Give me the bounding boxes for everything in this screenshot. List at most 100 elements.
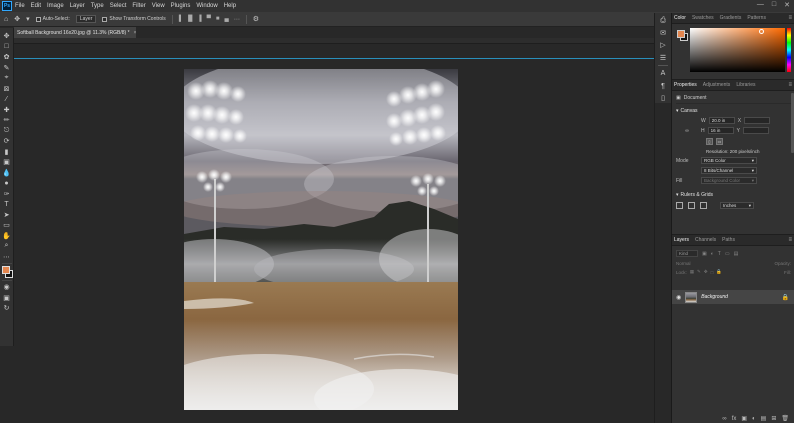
- more-tools-icon[interactable]: ⋯: [1, 252, 13, 263]
- bit-depth-dropdown[interactable]: 8 Bits/Channel ▾: [701, 167, 757, 174]
- lock-artboard-icon[interactable]: □: [711, 270, 714, 275]
- menu-layer[interactable]: Layer: [70, 3, 85, 9]
- type-filter-icon[interactable]: T: [718, 251, 721, 257]
- align-center-icon[interactable]: █: [188, 16, 192, 23]
- tab-patterns[interactable]: Patterns: [747, 15, 766, 21]
- adjust-sliders-icon[interactable]: ☰: [660, 53, 666, 62]
- history-brush-tool-icon[interactable]: ⟳: [1, 136, 13, 147]
- menu-view[interactable]: View: [152, 3, 165, 9]
- document-tab[interactable]: Softball Background 16x20.jpg @ 11.3% (R…: [14, 27, 136, 38]
- color-picker-handle[interactable]: [759, 29, 764, 34]
- rectangle-tool-icon[interactable]: ▭: [1, 220, 13, 231]
- landscape-icon[interactable]: ▭: [716, 138, 723, 145]
- paragraph-icon[interactable]: ¶: [661, 81, 665, 90]
- lock-pixels-icon[interactable]: ▦: [690, 269, 694, 275]
- hue-slider[interactable]: [787, 28, 791, 72]
- marquee-tool-icon[interactable]: □: [1, 42, 13, 53]
- history-icon[interactable]: ⎙: [660, 16, 666, 25]
- home-icon[interactable]: ⌂: [4, 16, 8, 23]
- menu-image[interactable]: Image: [47, 3, 64, 9]
- dodge-tool-icon[interactable]: ●: [1, 178, 13, 189]
- link-layers-icon[interactable]: ∞: [722, 416, 726, 422]
- guides-toggle-icon[interactable]: [700, 202, 707, 209]
- x-input[interactable]: [744, 117, 771, 124]
- layer-name[interactable]: Background: [701, 294, 728, 300]
- foreground-color-swatch[interactable]: [1, 266, 10, 274]
- menu-filter[interactable]: Filter: [132, 3, 145, 9]
- lasso-tool-icon[interactable]: ✿: [1, 52, 13, 63]
- eraser-tool-icon[interactable]: ▮: [1, 147, 13, 158]
- delete-layer-icon[interactable]: 🗑: [781, 415, 789, 422]
- hand-tool-icon[interactable]: ✋: [1, 231, 13, 242]
- lock-paint-icon[interactable]: ✎: [697, 269, 701, 275]
- pixel-filter-icon[interactable]: ▣: [702, 251, 707, 257]
- pen-tool-icon[interactable]: ✑: [1, 189, 13, 200]
- visibility-eye-icon[interactable]: ◉: [676, 294, 681, 301]
- share-icon[interactable]: ↻: [1, 303, 13, 314]
- eyedropper-tool-icon[interactable]: ⁄: [1, 94, 13, 105]
- adjustment-layer-icon[interactable]: ◐: [752, 416, 756, 422]
- grid-toggle-icon[interactable]: [688, 202, 695, 209]
- tab-gradients[interactable]: Gradients: [720, 15, 742, 21]
- layer-style-icon[interactable]: fx: [732, 416, 737, 422]
- panel-menu-icon[interactable]: ≡: [788, 82, 792, 88]
- type-tool-icon[interactable]: T: [1, 199, 13, 210]
- path-select-tool-icon[interactable]: ➤: [1, 210, 13, 221]
- lock-all-icon[interactable]: 🔒: [716, 269, 722, 275]
- ruler-toggle-icon[interactable]: [676, 202, 683, 209]
- close-icon[interactable]: ✕: [784, 1, 790, 9]
- healing-brush-tool-icon[interactable]: ✚: [1, 105, 13, 116]
- smart-object-filter-icon[interactable]: ▤: [734, 251, 739, 257]
- clone-stamp-tool-icon[interactable]: ⎋: [1, 126, 13, 137]
- menu-select[interactable]: Select: [110, 3, 127, 9]
- color-mode-dropdown[interactable]: RGB Color ▾: [701, 157, 757, 164]
- glyphs-icon[interactable]: ▯: [661, 94, 665, 103]
- portrait-icon[interactable]: ▯: [706, 138, 713, 145]
- link-icon[interactable]: ∞: [676, 128, 698, 134]
- menu-plugins[interactable]: Plugins: [171, 3, 191, 9]
- lock-position-icon[interactable]: ✥: [704, 269, 708, 275]
- brush-tool-icon[interactable]: ✏: [1, 115, 13, 126]
- adjustment-filter-icon[interactable]: ◐: [711, 251, 714, 257]
- kind-filter-dropdown[interactable]: Kind: [676, 250, 698, 257]
- y-input[interactable]: [742, 127, 769, 134]
- tab-layers[interactable]: Layers: [674, 237, 689, 243]
- crop-tool-icon[interactable]: ⌖: [1, 73, 13, 84]
- settings-gear-icon[interactable]: ⚙: [253, 15, 259, 23]
- zoom-tool-icon[interactable]: ⌕: [1, 241, 13, 252]
- tab-color[interactable]: Color: [674, 15, 686, 21]
- align-middle-icon[interactable]: ■: [216, 16, 220, 23]
- menu-type[interactable]: Type: [91, 3, 104, 9]
- lock-icon[interactable]: 🔒: [782, 294, 789, 301]
- auto-select-dropdown[interactable]: Layer: [75, 15, 97, 23]
- chevron-down-icon[interactable]: ▾: [26, 15, 30, 23]
- transform-controls-checkbox[interactable]: Show Transform Controls: [102, 16, 166, 22]
- horizontal-guide[interactable]: [14, 58, 664, 59]
- blend-mode-dropdown[interactable]: Normal: [676, 261, 691, 266]
- move-tool-icon[interactable]: ✥: [14, 15, 20, 23]
- new-group-icon[interactable]: ▤: [761, 415, 767, 422]
- screen-mode-icon[interactable]: ▣: [1, 293, 13, 304]
- menu-edit[interactable]: Edit: [31, 3, 41, 9]
- softball-background-image[interactable]: [184, 69, 458, 410]
- fill-dropdown[interactable]: Background Color ▾: [701, 177, 757, 184]
- gradient-tool-icon[interactable]: ▣: [1, 157, 13, 168]
- quick-mask-icon[interactable]: ◉: [1, 282, 13, 293]
- height-input[interactable]: 16 in: [707, 127, 734, 134]
- move-tool-icon[interactable]: ✥: [1, 31, 13, 42]
- rulers-section-header[interactable]: ▾ Rulers & Grids: [676, 192, 791, 198]
- shape-filter-icon[interactable]: ▭: [725, 251, 730, 257]
- layer-row-background[interactable]: ◉ Background 🔒: [672, 290, 794, 304]
- foreground-color-swatch[interactable]: [677, 30, 685, 38]
- blur-tool-icon[interactable]: 💧: [1, 168, 13, 179]
- menu-file[interactable]: File: [15, 3, 25, 9]
- tab-libraries[interactable]: Libraries: [736, 82, 755, 88]
- tab-adjustments[interactable]: Adjustments: [703, 82, 731, 88]
- tab-paths[interactable]: Paths: [722, 237, 735, 243]
- new-layer-icon[interactable]: ⊞: [771, 415, 776, 422]
- panel-menu-icon[interactable]: ≡: [788, 237, 792, 243]
- comments-icon[interactable]: ✉: [660, 28, 666, 37]
- color-swatches[interactable]: [1, 265, 13, 279]
- more-options-icon[interactable]: ⋯: [234, 16, 240, 23]
- align-top-icon[interactable]: ▀: [207, 16, 211, 23]
